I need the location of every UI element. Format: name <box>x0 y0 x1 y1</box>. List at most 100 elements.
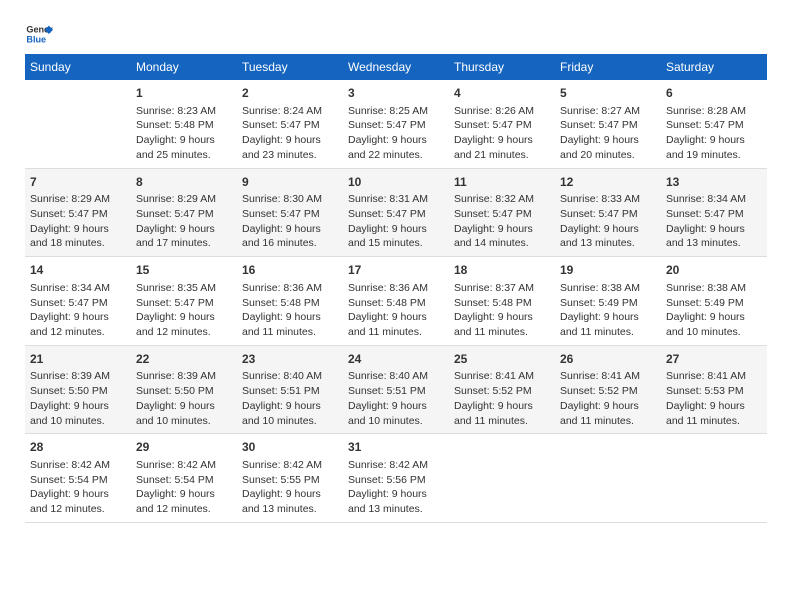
day-info: Sunrise: 8:35 AM Sunset: 5:47 PM Dayligh… <box>136 281 232 340</box>
calendar-cell: 29 Sunrise: 8:42 AM Sunset: 5:54 PM Dayli… <box>131 434 237 523</box>
calendar-week-1: 1 Sunrise: 8:23 AM Sunset: 5:48 PM Daylig… <box>25 80 767 168</box>
calendar-cell: 13Sunrise: 8:34 AM Sunset: 5:47 PM Dayli… <box>661 168 767 257</box>
calendar-cell: 16 Sunrise: 8:36 AM Sunset: 5:48 PM Dayli… <box>237 257 343 346</box>
day-number: 16 <box>242 262 338 279</box>
calendar-cell: 8Sunrise: 8:29 AM Sunset: 5:47 PM Daylig… <box>131 168 237 257</box>
logo: General Blue <box>25 20 53 48</box>
day-number: 5 <box>560 85 656 102</box>
calendar-cell: 25Sunrise: 8:41 AM Sunset: 5:52 PM Dayli… <box>449 345 555 434</box>
day-number: 10 <box>348 174 444 191</box>
day-info: Sunrise: 8:42 AM Sunset: 5:55 PM Dayligh… <box>242 458 338 517</box>
calendar-week-2: 7Sunrise: 8:29 AM Sunset: 5:47 PM Daylig… <box>25 168 767 257</box>
day-number: 29 <box>136 439 232 456</box>
calendar-cell: 14 Sunrise: 8:34 AM Sunset: 5:47 PM Dayli… <box>25 257 131 346</box>
calendar-cell: 2 Sunrise: 8:24 AM Sunset: 5:47 PM Daylig… <box>237 80 343 168</box>
day-info: Sunrise: 8:41 AM Sunset: 5:53 PM Dayligh… <box>666 369 762 428</box>
day-number: 18 <box>454 262 550 279</box>
day-info: Sunrise: 8:39 AM Sunset: 5:50 PM Dayligh… <box>30 369 126 428</box>
calendar-cell: 1 Sunrise: 8:23 AM Sunset: 5:48 PM Daylig… <box>131 80 237 168</box>
calendar-cell: 23Sunrise: 8:40 AM Sunset: 5:51 PM Dayli… <box>237 345 343 434</box>
calendar-cell <box>661 434 767 523</box>
calendar-cell: 3Sunrise: 8:25 AM Sunset: 5:47 PM Daylig… <box>343 80 449 168</box>
day-number: 24 <box>348 351 444 368</box>
calendar-table: SundayMondayTuesdayWednesdayThursdayFrid… <box>25 54 767 523</box>
day-info: Sunrise: 8:29 AM Sunset: 5:47 PM Dayligh… <box>136 192 232 251</box>
calendar-cell: 20 Sunrise: 8:38 AM Sunset: 5:49 PM Dayli… <box>661 257 767 346</box>
day-number: 26 <box>560 351 656 368</box>
day-info: Sunrise: 8:29 AM Sunset: 5:47 PM Dayligh… <box>30 192 126 251</box>
logo-icon: General Blue <box>25 20 53 48</box>
weekday-header-wednesday: Wednesday <box>343 54 449 80</box>
calendar-cell: 7Sunrise: 8:29 AM Sunset: 5:47 PM Daylig… <box>25 168 131 257</box>
day-number: 7 <box>30 174 126 191</box>
day-info: Sunrise: 8:33 AM Sunset: 5:47 PM Dayligh… <box>560 192 656 251</box>
day-info: Sunrise: 8:31 AM Sunset: 5:47 PM Dayligh… <box>348 192 444 251</box>
calendar-cell: 28 Sunrise: 8:42 AM Sunset: 5:54 PM Dayli… <box>25 434 131 523</box>
calendar-cell: 15 Sunrise: 8:35 AM Sunset: 5:47 PM Dayli… <box>131 257 237 346</box>
day-number: 22 <box>136 351 232 368</box>
day-info: Sunrise: 8:30 AM Sunset: 5:47 PM Dayligh… <box>242 192 338 251</box>
calendar-cell: 18 Sunrise: 8:37 AM Sunset: 5:48 PM Dayli… <box>449 257 555 346</box>
day-info: Sunrise: 8:42 AM Sunset: 5:56 PM Dayligh… <box>348 458 444 517</box>
svg-text:Blue: Blue <box>26 34 46 44</box>
day-number: 15 <box>136 262 232 279</box>
calendar-cell: 30 Sunrise: 8:42 AM Sunset: 5:55 PM Dayli… <box>237 434 343 523</box>
header: General Blue <box>25 20 767 48</box>
day-info: Sunrise: 8:38 AM Sunset: 5:49 PM Dayligh… <box>666 281 762 340</box>
calendar-cell: 11Sunrise: 8:32 AM Sunset: 5:47 PM Dayli… <box>449 168 555 257</box>
calendar-cell <box>555 434 661 523</box>
calendar-cell: 22Sunrise: 8:39 AM Sunset: 5:50 PM Dayli… <box>131 345 237 434</box>
calendar-cell: 31 Sunrise: 8:42 AM Sunset: 5:56 PM Dayli… <box>343 434 449 523</box>
day-info: Sunrise: 8:23 AM Sunset: 5:48 PM Dayligh… <box>136 104 232 163</box>
day-info: Sunrise: 8:26 AM Sunset: 5:47 PM Dayligh… <box>454 104 550 163</box>
weekday-header-tuesday: Tuesday <box>237 54 343 80</box>
day-number: 25 <box>454 351 550 368</box>
calendar-cell: 4Sunrise: 8:26 AM Sunset: 5:47 PM Daylig… <box>449 80 555 168</box>
day-number: 11 <box>454 174 550 191</box>
day-info: Sunrise: 8:24 AM Sunset: 5:47 PM Dayligh… <box>242 104 338 163</box>
day-info: Sunrise: 8:36 AM Sunset: 5:48 PM Dayligh… <box>242 281 338 340</box>
calendar-cell <box>449 434 555 523</box>
day-number: 30 <box>242 439 338 456</box>
weekday-header-saturday: Saturday <box>661 54 767 80</box>
calendar-cell: 9Sunrise: 8:30 AM Sunset: 5:47 PM Daylig… <box>237 168 343 257</box>
day-info: Sunrise: 8:39 AM Sunset: 5:50 PM Dayligh… <box>136 369 232 428</box>
calendar-cell: 21Sunrise: 8:39 AM Sunset: 5:50 PM Dayli… <box>25 345 131 434</box>
day-info: Sunrise: 8:37 AM Sunset: 5:48 PM Dayligh… <box>454 281 550 340</box>
day-number: 20 <box>666 262 762 279</box>
day-number: 27 <box>666 351 762 368</box>
day-info: Sunrise: 8:27 AM Sunset: 5:47 PM Dayligh… <box>560 104 656 163</box>
day-info: Sunrise: 8:34 AM Sunset: 5:47 PM Dayligh… <box>30 281 126 340</box>
calendar-cell: 5 Sunrise: 8:27 AM Sunset: 5:47 PM Daylig… <box>555 80 661 168</box>
day-info: Sunrise: 8:40 AM Sunset: 5:51 PM Dayligh… <box>242 369 338 428</box>
day-number: 2 <box>242 85 338 102</box>
day-number: 6 <box>666 85 762 102</box>
day-info: Sunrise: 8:40 AM Sunset: 5:51 PM Dayligh… <box>348 369 444 428</box>
weekday-header-friday: Friday <box>555 54 661 80</box>
calendar-cell: 24Sunrise: 8:40 AM Sunset: 5:51 PM Dayli… <box>343 345 449 434</box>
day-info: Sunrise: 8:28 AM Sunset: 5:47 PM Dayligh… <box>666 104 762 163</box>
calendar-header: SundayMondayTuesdayWednesdayThursdayFrid… <box>25 54 767 80</box>
calendar-cell: 12Sunrise: 8:33 AM Sunset: 5:47 PM Dayli… <box>555 168 661 257</box>
day-number: 14 <box>30 262 126 279</box>
day-number: 28 <box>30 439 126 456</box>
day-info: Sunrise: 8:41 AM Sunset: 5:52 PM Dayligh… <box>560 369 656 428</box>
weekday-header-monday: Monday <box>131 54 237 80</box>
calendar-cell: 27Sunrise: 8:41 AM Sunset: 5:53 PM Dayli… <box>661 345 767 434</box>
day-number: 21 <box>30 351 126 368</box>
calendar-cell: 19 Sunrise: 8:38 AM Sunset: 5:49 PM Dayli… <box>555 257 661 346</box>
day-number: 13 <box>666 174 762 191</box>
day-number: 3 <box>348 85 444 102</box>
weekday-header-sunday: Sunday <box>25 54 131 80</box>
day-info: Sunrise: 8:34 AM Sunset: 5:47 PM Dayligh… <box>666 192 762 251</box>
calendar-cell: 10Sunrise: 8:31 AM Sunset: 5:47 PM Dayli… <box>343 168 449 257</box>
calendar-cell: 26Sunrise: 8:41 AM Sunset: 5:52 PM Dayli… <box>555 345 661 434</box>
day-number: 23 <box>242 351 338 368</box>
day-number: 1 <box>136 85 232 102</box>
day-info: Sunrise: 8:38 AM Sunset: 5:49 PM Dayligh… <box>560 281 656 340</box>
day-info: Sunrise: 8:42 AM Sunset: 5:54 PM Dayligh… <box>136 458 232 517</box>
day-number: 31 <box>348 439 444 456</box>
day-number: 19 <box>560 262 656 279</box>
day-info: Sunrise: 8:42 AM Sunset: 5:54 PM Dayligh… <box>30 458 126 517</box>
calendar-cell <box>25 80 131 168</box>
